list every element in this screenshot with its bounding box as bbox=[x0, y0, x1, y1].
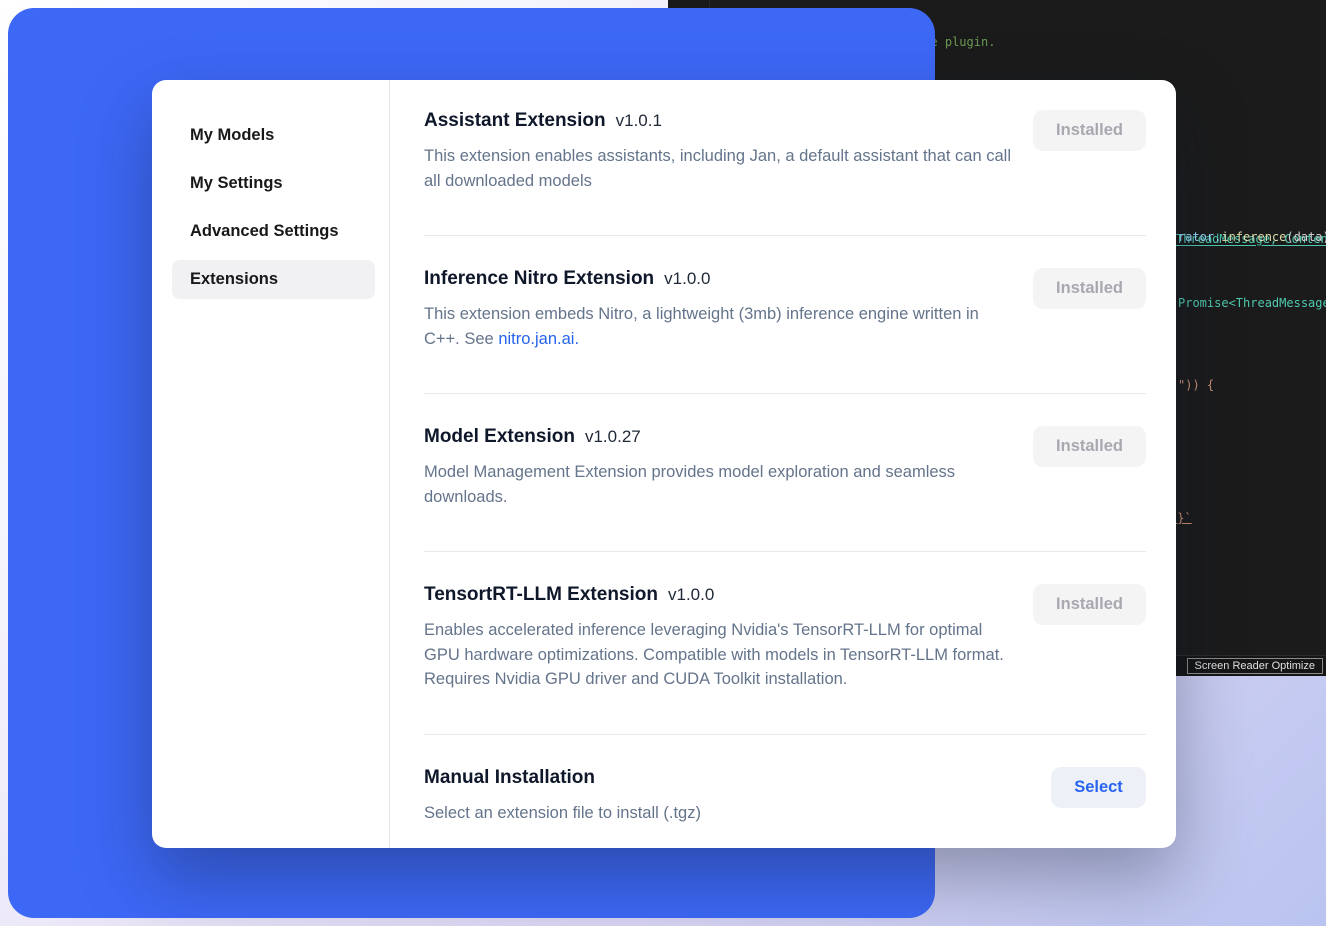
extension-title: Inference Nitro Extension bbox=[424, 268, 654, 289]
sidebar-item-my-settings[interactable]: My Settings bbox=[172, 164, 375, 203]
extension-row-tensorrt: TensortRT-LLM Extension v1.0.0 Enables ac… bbox=[424, 584, 1146, 735]
extension-description: This extension enables assistants, inclu… bbox=[424, 144, 1014, 193]
sidebar-item-advanced-settings[interactable]: Advanced Settings bbox=[172, 212, 375, 251]
sidebar-item-my-models[interactable]: My Models bbox=[172, 116, 375, 155]
installed-button[interactable]: Installed bbox=[1033, 426, 1146, 467]
extension-version: v1.0.1 bbox=[616, 111, 662, 130]
manual-installation-description: Select an extension file to install (.tg… bbox=[424, 801, 701, 826]
screen-reader-badge[interactable]: Screen Reader Optimize bbox=[1187, 658, 1323, 674]
extension-row-model: Model Extension v1.0.27 Model Management … bbox=[424, 426, 1146, 552]
extension-version: v1.0.27 bbox=[585, 427, 641, 446]
code-fragment: Promise<ThreadMessage> bbox=[1178, 296, 1326, 310]
extension-description: Enables accelerated inference leveraging… bbox=[424, 618, 1014, 692]
extensions-panel: Assistant Extension v1.0.1 This extension… bbox=[390, 80, 1176, 848]
installed-button[interactable]: Installed bbox=[1033, 268, 1146, 309]
extension-version: v1.0.0 bbox=[664, 269, 710, 288]
extension-info: Inference Nitro Extension v1.0.0 This ext… bbox=[424, 268, 1014, 351]
manual-installation-row: Manual Installation Select an extension … bbox=[424, 767, 1146, 826]
extension-version: v1.0.0 bbox=[668, 585, 714, 604]
extension-info: Assistant Extension v1.0.1 This extension… bbox=[424, 110, 1014, 193]
code-fragment: ")) { bbox=[1178, 378, 1214, 392]
settings-sidebar: My Models My Settings Advanced Settings … bbox=[152, 80, 390, 848]
extension-row-assistant: Assistant Extension v1.0.1 This extension… bbox=[424, 110, 1146, 236]
sidebar-item-extensions[interactable]: Extensions bbox=[172, 260, 375, 299]
select-file-button[interactable]: Select bbox=[1051, 767, 1146, 808]
extension-info: Manual Installation Select an extension … bbox=[424, 767, 701, 826]
code-fragment: rator.inference(data)); bbox=[1178, 230, 1326, 244]
extension-row-nitro: Inference Nitro Extension v1.0.0 This ext… bbox=[424, 268, 1146, 394]
installed-button[interactable]: Installed bbox=[1033, 584, 1146, 625]
extension-title: TensortRT-LLM Extension bbox=[424, 584, 658, 605]
extension-info: Model Extension v1.0.27 Model Management … bbox=[424, 426, 1014, 509]
installed-button[interactable]: Installed bbox=[1033, 110, 1146, 151]
extension-description: Model Management Extension provides mode… bbox=[424, 460, 1014, 509]
nitro-link[interactable]: nitro.jan.ai. bbox=[498, 330, 579, 348]
extension-description: This extension embeds Nitro, a lightweig… bbox=[424, 302, 1014, 351]
manual-installation-title: Manual Installation bbox=[424, 767, 595, 788]
settings-modal: My Models My Settings Advanced Settings … bbox=[152, 80, 1176, 848]
extension-title: Model Extension bbox=[424, 426, 575, 447]
extension-info: TensortRT-LLM Extension v1.0.0 Enables ac… bbox=[424, 584, 1014, 692]
extension-title: Assistant Extension bbox=[424, 110, 606, 131]
